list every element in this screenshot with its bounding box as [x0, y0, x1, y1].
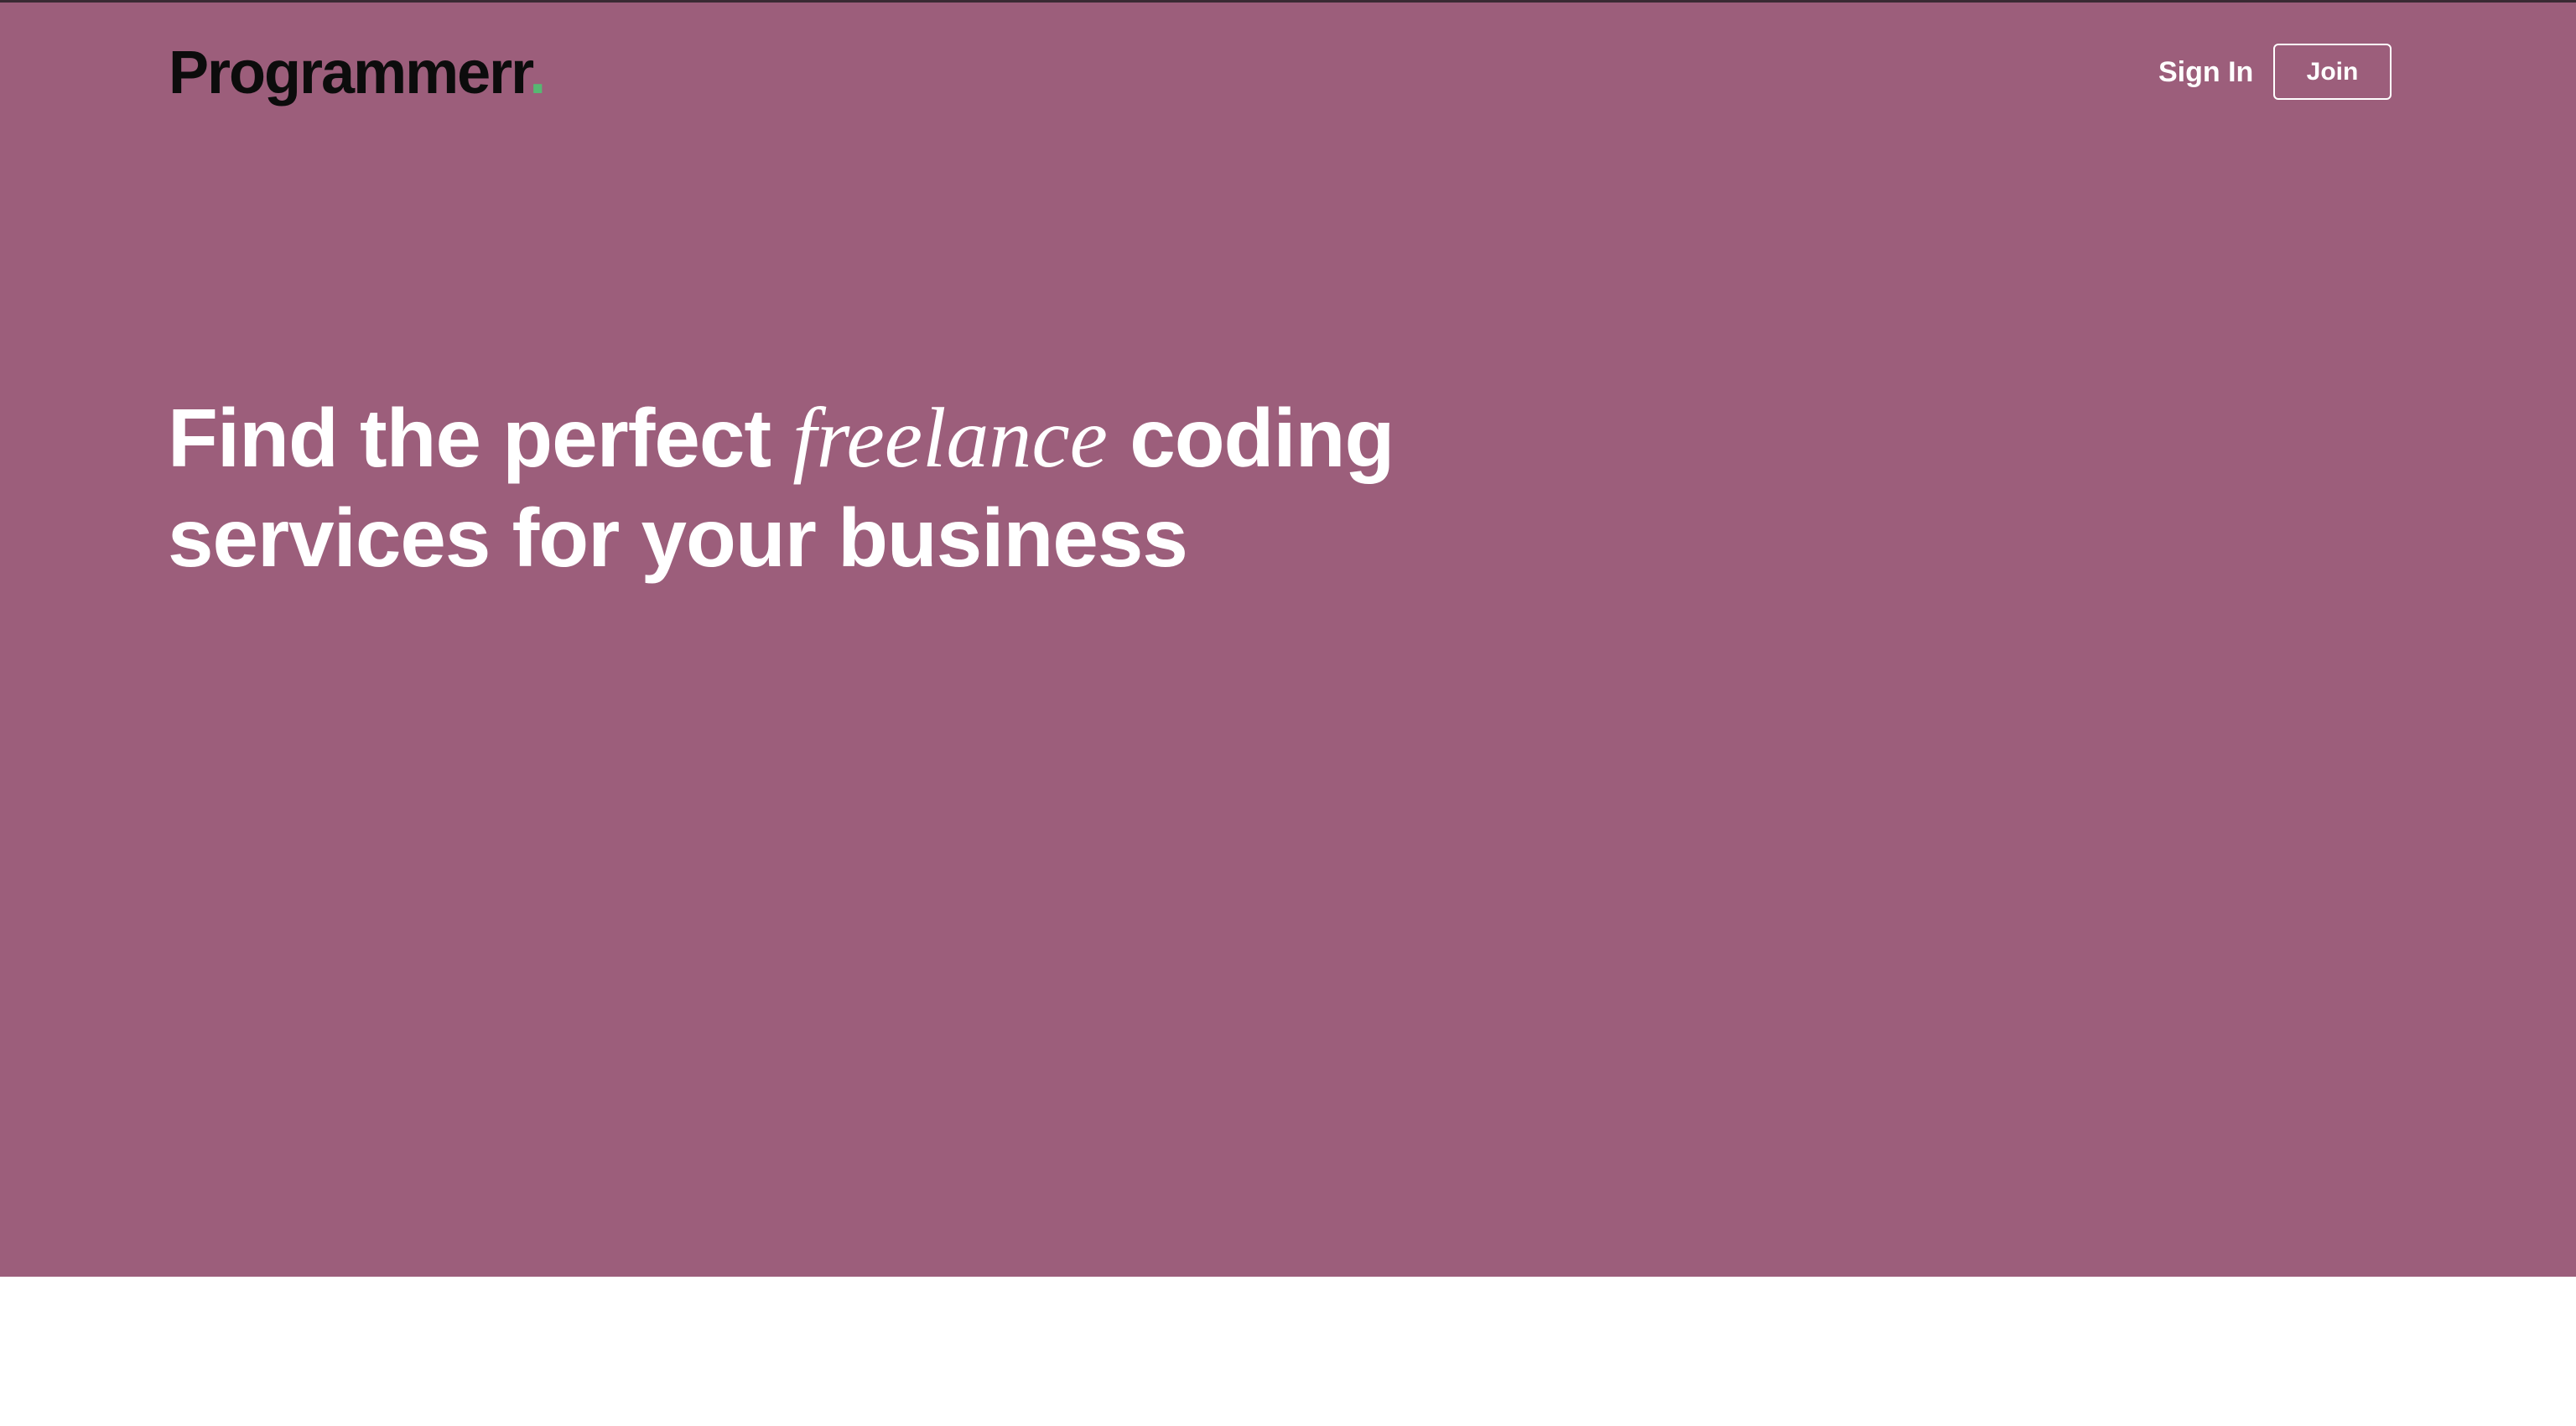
headline-text-end: coding	[1107, 392, 1394, 484]
headline-line-two: services for your business	[168, 492, 1188, 584]
hero-section: Programmerr. Sign In Join Find the perfe…	[0, 0, 2576, 1277]
hero-headline: Find the perfect freelance coding servic…	[168, 388, 1509, 587]
logo-dot: .	[529, 39, 546, 107]
logo[interactable]: Programmerr.	[169, 39, 546, 107]
page: Programmerr. Sign In Join Find the perfe…	[0, 0, 2576, 1426]
join-button[interactable]: Join	[2273, 44, 2392, 100]
logo-text: Programmerr	[169, 39, 531, 107]
headline-emphasis: freelance	[792, 391, 1108, 486]
headline-text-start: Find the perfect	[168, 392, 793, 484]
sign-in-link[interactable]: Sign In	[2158, 55, 2253, 90]
